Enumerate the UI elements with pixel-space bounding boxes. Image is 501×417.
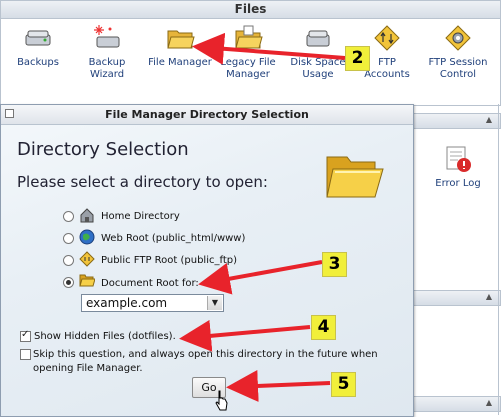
file-manager-tool[interactable]: File Manager — [147, 23, 213, 69]
domain-select-value: example.com — [86, 296, 168, 310]
home-icon — [79, 207, 95, 223]
chevron-icon: ▲ — [485, 398, 492, 407]
option-label[interactable]: Public FTP Root (public_ftp) — [101, 255, 237, 266]
folder-icon — [79, 272, 96, 288]
collapsed-panel-header[interactable]: ▲ — [413, 113, 501, 129]
backups-icon — [23, 23, 53, 53]
option-label[interactable]: Home Directory — [101, 211, 180, 222]
callout-badge-3: 3 — [322, 252, 347, 277]
chevron-down-icon[interactable]: ▼ — [207, 296, 222, 310]
ftp-icon — [79, 251, 95, 267]
dialog-titlebar: File Manager Directory Selection — [1, 105, 413, 125]
dialog-close-icon[interactable] — [5, 109, 14, 118]
callout-badge-5: 5 — [331, 372, 356, 397]
backup-wizard-tool[interactable]: Backup Wizard — [74, 23, 140, 81]
panel-border — [498, 104, 499, 415]
ftp-accounts-icon — [372, 23, 402, 53]
files-panel-title: Files — [1, 1, 500, 19]
backups-tool[interactable]: Backups — [5, 23, 71, 69]
legacy-file-manager-icon — [233, 23, 263, 53]
chevron-icon: ▲ — [485, 292, 492, 301]
error-log-label: Error Log — [435, 178, 481, 189]
backups-label: Backups — [17, 57, 59, 68]
option-label[interactable]: Document Root for: — [101, 278, 199, 289]
radio-home-directory[interactable] — [63, 211, 74, 222]
radio-document-root[interactable] — [63, 277, 74, 288]
backup-wizard-icon — [92, 23, 122, 53]
callout-badge-2: 2 — [345, 46, 370, 71]
disk-space-label: Disk Space Usage — [290, 57, 346, 80]
show-hidden-checkbox[interactable] — [20, 329, 31, 342]
file-manager-icon — [165, 23, 195, 53]
error-log-tool[interactable]: Error Log — [428, 144, 488, 190]
collapsed-panel-header[interactable]: ▲ — [413, 396, 501, 412]
radio-web-root[interactable] — [63, 233, 74, 244]
ftp-session-label: FTP Session Control — [428, 57, 488, 80]
globe-icon — [79, 229, 95, 245]
legacy-file-manager-label: Legacy File Manager — [220, 57, 276, 80]
file-manager-label: File Manager — [148, 57, 212, 68]
error-log-icon — [443, 144, 473, 174]
callout-badge-4: 4 — [311, 315, 336, 340]
ftp-session-tool[interactable]: FTP Session Control — [425, 23, 491, 81]
domain-select[interactable]: example.com ▼ — [81, 294, 224, 312]
show-hidden-label[interactable]: Show Hidden Files (dotfiles). — [34, 331, 176, 342]
collapsed-panel-header[interactable]: ▲ — [413, 290, 501, 306]
dialog-prompt: Please select a directory to open: — [17, 173, 268, 191]
directory-selection-dialog: File Manager Directory Selection Directo… — [0, 104, 414, 417]
disk-space-tool[interactable]: Disk Space Usage — [285, 23, 351, 81]
legacy-file-manager-tool[interactable]: Legacy File Manager — [215, 23, 281, 81]
files-panel: Files Backups Backup Wizard File Manager… — [0, 0, 501, 106]
radio-public-ftp-root[interactable] — [63, 255, 74, 266]
ftp-session-icon — [443, 23, 473, 53]
folder-icon — [323, 145, 385, 203]
skip-question-checkbox[interactable] — [20, 349, 31, 360]
backup-wizard-label: Backup Wizard — [88, 57, 126, 80]
option-label[interactable]: Web Root (public_html/www) — [101, 233, 245, 244]
mouse-cursor-icon — [215, 390, 229, 412]
disk-space-icon — [303, 23, 333, 53]
dialog-heading: Directory Selection — [17, 139, 189, 160]
chevron-icon: ▲ — [485, 115, 492, 124]
